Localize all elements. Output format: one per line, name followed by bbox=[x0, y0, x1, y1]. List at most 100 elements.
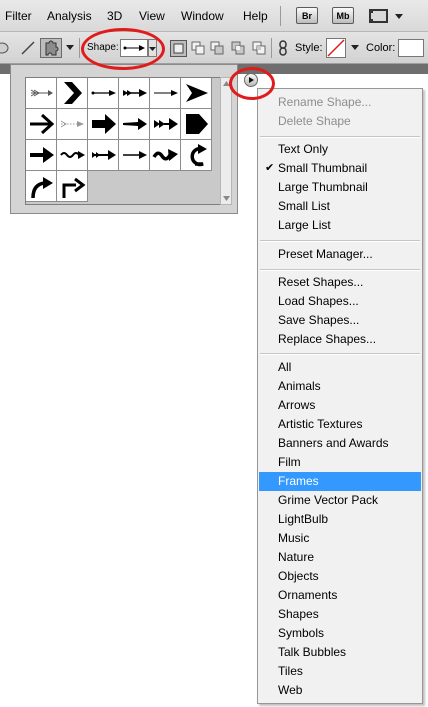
menu-item-library[interactable]: Arrows bbox=[259, 396, 421, 415]
menu-item-library[interactable]: Tiles bbox=[259, 662, 421, 681]
menu-item-rename-shape[interactable]: Rename Shape... bbox=[259, 93, 421, 112]
exclude-area-icon[interactable] bbox=[252, 41, 268, 57]
menu-item-delete-shape[interactable]: Delete Shape bbox=[259, 112, 421, 131]
subtract-area-icon[interactable] bbox=[210, 41, 226, 57]
puzzle-icon bbox=[45, 40, 59, 56]
menu-item-library[interactable]: Film bbox=[259, 453, 421, 472]
shape-thumbnail[interactable] bbox=[119, 140, 150, 171]
tapered-arrow-icon bbox=[123, 118, 147, 130]
menu-bar: Filter Analysis 3D View Window Help Br M… bbox=[0, 0, 428, 32]
shape-thumbnail[interactable] bbox=[181, 140, 212, 171]
menu-item-label: Small Thumbnail bbox=[278, 161, 368, 175]
thin-arrow-icon bbox=[154, 90, 178, 96]
menu-item-library-selected[interactable]: Frames bbox=[259, 472, 421, 491]
menu-item-replace-shapes[interactable]: Replace Shapes... bbox=[259, 330, 421, 349]
menu-item-library[interactable]: Ornaments bbox=[259, 586, 421, 605]
menu-item-small-list[interactable]: Small List bbox=[259, 197, 421, 216]
bridge-button[interactable]: Br bbox=[296, 7, 318, 24]
feather-arrow-icon bbox=[30, 89, 53, 97]
shape-thumbnail[interactable] bbox=[88, 109, 119, 140]
options-bar: Shape: Style: Color: bbox=[0, 32, 428, 64]
curved-arrow-icon bbox=[31, 177, 53, 199]
menu-item-save-shapes[interactable]: Save Shapes... bbox=[259, 311, 421, 330]
menu-separator bbox=[260, 240, 420, 242]
custom-shape-tool-button[interactable] bbox=[40, 38, 62, 58]
shape-layers-mode-button[interactable] bbox=[170, 40, 187, 57]
shape-thumbnail[interactable] bbox=[181, 78, 212, 109]
line-tool-icon[interactable] bbox=[20, 40, 36, 56]
menu-item-reset-shapes[interactable]: Reset Shapes... bbox=[259, 273, 421, 292]
menu-item-library[interactable]: Talk Bubbles bbox=[259, 643, 421, 662]
menu-item-library[interactable]: Animals bbox=[259, 377, 421, 396]
menu-item-text-only[interactable]: Text Only bbox=[259, 140, 421, 159]
ellipse-tool-icon[interactable] bbox=[0, 41, 10, 55]
shape-grid bbox=[25, 77, 221, 205]
shape-thumbnail[interactable] bbox=[119, 109, 150, 140]
add-to-area-icon[interactable] bbox=[191, 41, 207, 57]
menu-item-library[interactable]: Nature bbox=[259, 548, 421, 567]
menu-item-library[interactable]: Music bbox=[259, 529, 421, 548]
shape-thumbnail[interactable] bbox=[181, 109, 212, 140]
shape-thumbnail[interactable] bbox=[26, 140, 57, 171]
no-style-icon bbox=[327, 39, 345, 57]
menu-3d[interactable]: 3D bbox=[107, 9, 122, 23]
menu-view[interactable]: View bbox=[139, 9, 165, 23]
chevron-down-icon[interactable] bbox=[351, 45, 359, 51]
shape-thumbnail[interactable] bbox=[57, 78, 88, 109]
link-icon[interactable] bbox=[278, 40, 288, 56]
corner-arrow-icon bbox=[62, 177, 86, 198]
bold-arrow-icon bbox=[30, 147, 54, 163]
shape-thumbnail[interactable] bbox=[26, 78, 57, 109]
menu-filter[interactable]: Filter bbox=[5, 9, 32, 23]
square-icon bbox=[173, 43, 184, 54]
annotation-circle-shape-picker bbox=[81, 28, 165, 70]
menu-item-library[interactable]: Web bbox=[259, 681, 421, 700]
mini-bridge-button[interactable]: Mb bbox=[332, 7, 354, 24]
shape-thumbnail[interactable] bbox=[88, 78, 119, 109]
menu-window[interactable]: Window bbox=[181, 9, 224, 23]
shape-thumbnail[interactable] bbox=[150, 140, 181, 171]
color-swatch[interactable] bbox=[398, 39, 424, 57]
menu-item-load-shapes[interactable]: Load Shapes... bbox=[259, 292, 421, 311]
chevron-down-icon[interactable] bbox=[66, 45, 74, 51]
menu-help[interactable]: Help bbox=[243, 9, 268, 23]
block-arrow-icon bbox=[92, 114, 116, 134]
menu-item-preset-manager[interactable]: Preset Manager... bbox=[259, 245, 421, 264]
screen-mode-button[interactable] bbox=[368, 7, 408, 25]
thin-arrow-icon bbox=[91, 90, 116, 96]
menu-item-library[interactable]: Shapes bbox=[259, 605, 421, 624]
shape-thumbnail[interactable] bbox=[150, 109, 181, 140]
intersect-area-icon[interactable] bbox=[231, 41, 247, 57]
menu-item-large-list[interactable]: Large List bbox=[259, 216, 421, 235]
annotation-circle-panel-menu bbox=[229, 67, 275, 100]
shape-thumbnail[interactable] bbox=[57, 171, 88, 202]
chevron-right-icon bbox=[64, 82, 82, 104]
menu-item-large-thumbnail[interactable]: Large Thumbnail bbox=[259, 178, 421, 197]
menu-analysis[interactable]: Analysis bbox=[47, 9, 92, 23]
menu-item-library[interactable]: Symbols bbox=[259, 624, 421, 643]
line-arrow-icon bbox=[30, 113, 55, 135]
menu-item-library[interactable]: Artistic Textures bbox=[259, 415, 421, 434]
shape-thumbnail[interactable] bbox=[119, 78, 150, 109]
menu-item-library[interactable]: LightBulb bbox=[259, 510, 421, 529]
shape-thumbnail[interactable] bbox=[26, 109, 57, 140]
menu-item-library[interactable]: Grime Vector Pack bbox=[259, 491, 421, 510]
style-swatch[interactable] bbox=[326, 38, 346, 58]
pentagon-arrow-icon bbox=[186, 114, 208, 134]
shape-thumbnail[interactable] bbox=[57, 109, 88, 140]
wavy-arrow-icon bbox=[60, 151, 85, 159]
menu-item-small-thumbnail[interactable]: ✔ Small Thumbnail bbox=[259, 159, 421, 178]
shape-grid-scrollbar[interactable] bbox=[220, 77, 232, 205]
menu-separator bbox=[260, 269, 420, 271]
menu-item-library[interactable]: Banners and Awards bbox=[259, 434, 421, 453]
menu-item-library[interactable]: Objects bbox=[259, 567, 421, 586]
shape-thumbnail[interactable] bbox=[57, 140, 88, 171]
menu-item-library[interactable]: All bbox=[259, 358, 421, 377]
custom-shape-picker bbox=[10, 64, 258, 214]
fletched-arrow-icon bbox=[123, 89, 147, 97]
shape-thumbnail[interactable] bbox=[26, 171, 57, 202]
shape-panel-menu: Rename Shape... Delete Shape Text Only ✔… bbox=[257, 88, 423, 704]
shape-thumbnail[interactable] bbox=[88, 140, 119, 171]
color-label: Color: bbox=[366, 42, 396, 54]
shape-thumbnail[interactable] bbox=[150, 78, 181, 109]
